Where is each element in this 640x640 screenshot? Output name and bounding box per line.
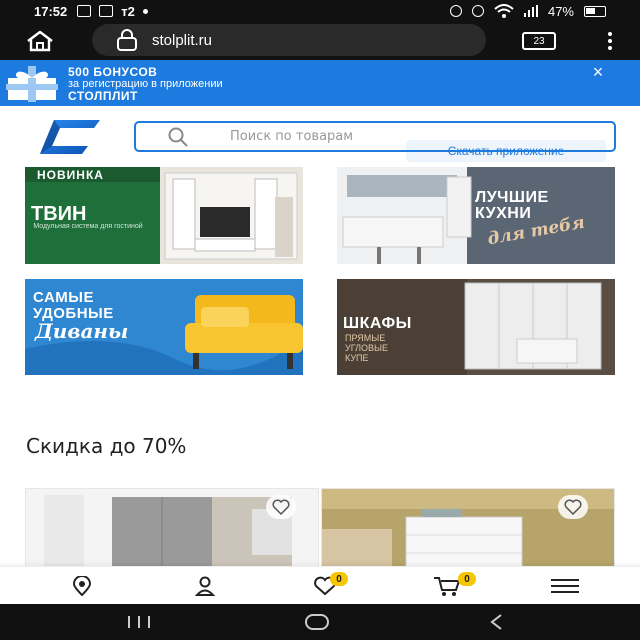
- app-promo-banner: 500 БОНУСОВ за регистрацию в приложении …: [0, 60, 640, 162]
- promo-tile-tvin[interactable]: НОВИНКА ТВИН Модульная система для гости…: [25, 167, 303, 264]
- product-card[interactable]: [25, 488, 319, 568]
- promo-title: 500 БОНУСОВ: [68, 65, 158, 79]
- product-card[interactable]: [321, 488, 615, 568]
- overflow-menu-icon[interactable]: [600, 30, 620, 52]
- wardrobes-line1: ПРЯМЫЕ: [345, 333, 386, 343]
- heart-icon: [564, 499, 582, 515]
- wardrobes-title: ШКАФЫ: [343, 315, 412, 332]
- battery-icon: [584, 5, 606, 17]
- battery-percent: 47%: [547, 3, 574, 19]
- hamburger-icon: [551, 579, 579, 593]
- status-bar: 17:52 т2 47%: [0, 0, 640, 22]
- url-text: stolplit.ru: [152, 31, 213, 49]
- lock-icon: [117, 29, 137, 51]
- nav-favorites[interactable]: 0: [310, 572, 348, 597]
- mail-icon: [99, 5, 114, 17]
- home-icon: [27, 30, 53, 52]
- cart-count-badge: 0: [458, 572, 476, 586]
- notification-icons: т2: [77, 4, 148, 19]
- signal-icon: [523, 5, 538, 17]
- home-nav-button[interactable]: [304, 612, 330, 632]
- promo-tile-wardrobes[interactable]: ШКАФЫ ПРЯМЫЕ УГЛОВЫЕ КУПЕ: [337, 279, 615, 375]
- mute-icon: [471, 5, 484, 17]
- wardrobes-line3: КУПЕ: [345, 353, 369, 363]
- close-icon[interactable]: ×: [588, 63, 608, 81]
- recents-button[interactable]: [126, 612, 152, 632]
- back-icon: [490, 614, 502, 630]
- nav-profile[interactable]: [190, 575, 220, 597]
- search-box[interactable]: [134, 121, 616, 152]
- home-button[interactable]: [14, 22, 66, 60]
- favorite-button[interactable]: [558, 495, 588, 519]
- profile-icon: [194, 576, 216, 596]
- bottom-navigation: 0 0: [0, 566, 640, 604]
- location-icon: [72, 576, 92, 596]
- dot-icon: [142, 8, 148, 14]
- system-navigation-bar: [0, 604, 640, 640]
- back-button[interactable]: [486, 612, 506, 632]
- promo-brand: СТОЛПЛИТ: [68, 89, 138, 103]
- promo-tile-kitchens[interactable]: ЛУЧШИЕ КУХНИ для тебя: [337, 167, 615, 264]
- favorite-button[interactable]: [266, 495, 296, 519]
- alarm-icon: [449, 5, 462, 17]
- tabs-button[interactable]: 23: [522, 32, 556, 50]
- status-time: 17:52: [34, 3, 68, 19]
- promo-tile-sofas[interactable]: САМЫЕ УДОБНЫЕ Диваны: [25, 279, 303, 375]
- site-logo[interactable]: [40, 120, 102, 154]
- tab-count: 23: [533, 35, 545, 47]
- kitchens-line2: КУХНИ: [475, 205, 532, 222]
- browser-toolbar: stolplit.ru 23: [0, 22, 640, 60]
- tvin-caption: Модульная система для гостиной: [33, 223, 143, 230]
- carrier-label: т2: [121, 3, 135, 19]
- sofas-line3: Диваны: [35, 319, 129, 343]
- cart-icon: [434, 577, 461, 596]
- sofas-line1: САМЫЕ: [33, 289, 94, 306]
- address-bar[interactable]: stolplit.ru: [92, 24, 486, 56]
- wifi-icon: [494, 4, 514, 18]
- home-circle-icon: [305, 614, 329, 630]
- recents-icon: [128, 616, 150, 628]
- search-input[interactable]: [230, 129, 530, 144]
- nav-stores[interactable]: [67, 575, 97, 597]
- gallery-icon: [77, 5, 92, 17]
- search-icon: [168, 127, 188, 147]
- wardrobes-line2: УГЛОВЫЕ: [345, 343, 388, 353]
- nav-menu[interactable]: [550, 575, 580, 597]
- favorites-count-badge: 0: [330, 572, 348, 586]
- heart-icon: [272, 499, 290, 515]
- tvin-badge: НОВИНКА: [37, 168, 104, 182]
- gift-icon: [6, 66, 58, 102]
- discount-section-title: Скидка до 70%: [26, 434, 187, 458]
- nav-cart[interactable]: 0: [432, 572, 476, 597]
- system-icons: 47%: [449, 3, 606, 19]
